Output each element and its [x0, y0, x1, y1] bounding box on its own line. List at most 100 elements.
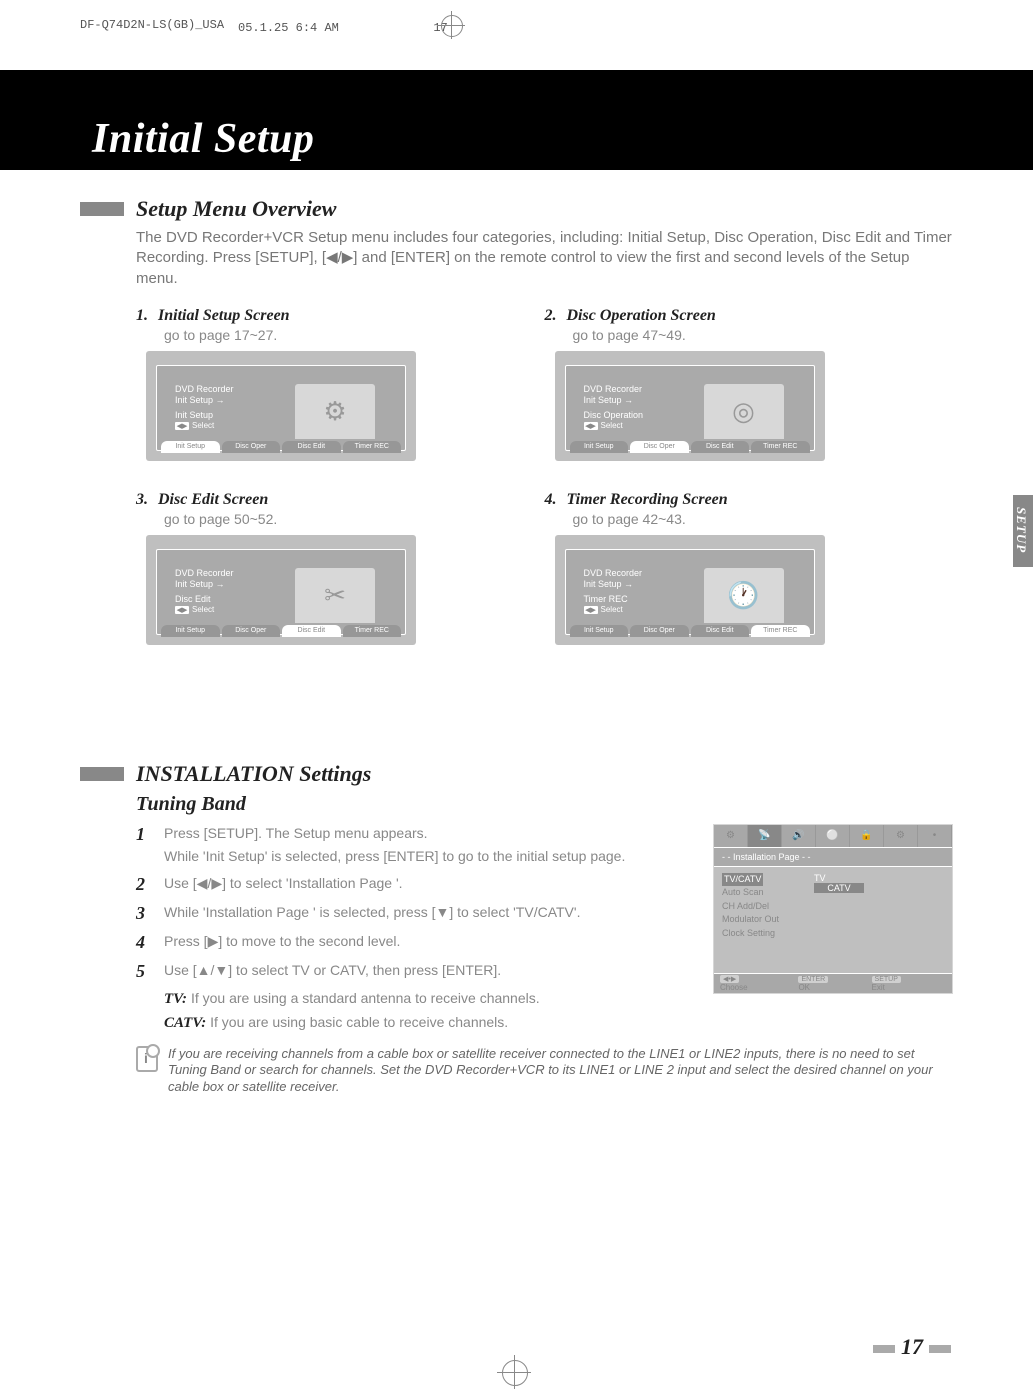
- panel-tab-icon: ⚪: [816, 825, 850, 847]
- panel-tab-icon: •: [918, 825, 952, 847]
- screen-sub: go to page 50~52.: [164, 511, 545, 527]
- step-text: While 'Installation Page ' is selected, …: [164, 903, 580, 922]
- screen-num: 4.: [545, 491, 557, 509]
- panel-tab-icon: ⚙: [714, 825, 748, 847]
- clock-icon: 🕐: [704, 568, 784, 623]
- panel-item: CH Add/Del: [722, 901, 769, 911]
- tv-line: Init Setup →: [584, 579, 634, 589]
- catv-desc-row: CATV: If you are using basic cable to re…: [164, 1014, 953, 1032]
- screens-grid: 1. Initial Setup Screen go to page 17~27…: [136, 307, 953, 675]
- tv-tab: Disc Edit: [282, 441, 341, 453]
- install-heading: INSTALLATION Settings: [136, 761, 371, 787]
- panel-item: Clock Setting: [722, 928, 775, 938]
- tv-screenshot: DVD Recorder Init Setup → Init Setup ◀▶S…: [146, 351, 416, 461]
- panel-item: Auto Scan: [722, 887, 764, 897]
- page-title: Initial Setup: [92, 115, 314, 163]
- step-num: 5: [136, 961, 150, 982]
- tv-line: Init Setup →: [175, 579, 225, 589]
- section-marker-icon: [80, 202, 124, 216]
- note-text: If you are receiving channels from a cab…: [168, 1046, 953, 1097]
- overview-heading: Setup Menu Overview: [136, 196, 336, 222]
- tv-tab: Disc Edit: [691, 625, 750, 637]
- screen-title: Initial Setup Screen: [158, 307, 290, 325]
- screen-cell: 2. Disc Operation Screen go to page 47~4…: [545, 307, 954, 461]
- panel-tab-icon: ⚙: [884, 825, 918, 847]
- panel-tab-icon: 🔊: [782, 825, 816, 847]
- step-text: Use [◀/▶] to select 'Installation Page '…: [164, 874, 403, 893]
- step-num: 4: [136, 932, 150, 953]
- install-subheading: Tuning Band: [136, 793, 953, 816]
- page-bar-icon: [929, 1345, 951, 1353]
- panel-tab-icon: 🔒: [850, 825, 884, 847]
- tv-tab: Disc Oper: [222, 441, 281, 453]
- section-marker-icon: [80, 767, 124, 781]
- step-num: 2: [136, 874, 150, 895]
- tv-line: Disc Operation: [584, 410, 644, 420]
- print-file: DF-Q74D2N-LS(GB)_USA: [80, 18, 224, 32]
- tv-tab: Disc Oper: [630, 625, 689, 637]
- screen-cell: 3. Disc Edit Screen go to page 50~52. DV…: [136, 491, 545, 645]
- tv-line: Timer REC: [584, 594, 628, 604]
- tv-tab: Init Setup: [570, 441, 629, 453]
- screen-num: 2.: [545, 307, 557, 325]
- panel-footer: ◀•▶Choose ENTEROK SETUPExit: [714, 973, 952, 993]
- catv-label: CATV:: [164, 1015, 206, 1031]
- panel-options: TV CATV: [814, 873, 864, 893]
- step-text: Press [▶] to move to the second level.: [164, 932, 400, 951]
- tv-line: DVD Recorder: [175, 568, 234, 578]
- settings-icon: ⚙: [295, 384, 375, 439]
- panel-opt: TV: [814, 873, 826, 883]
- tv-tab: Init Setup: [161, 441, 220, 453]
- print-ts: 05.1.25 6:4 AM: [238, 21, 339, 35]
- tv-line: Init Setup →: [175, 395, 225, 405]
- info-icon: [136, 1046, 158, 1072]
- tv-tab: Timer REC: [343, 625, 402, 637]
- screen-num: 1.: [136, 307, 148, 325]
- panel-item: Modulator Out: [722, 914, 779, 924]
- tv-tab: Timer REC: [751, 441, 810, 453]
- tv-line: DVD Recorder: [584, 568, 643, 578]
- tv-line: Disc Edit: [175, 594, 211, 604]
- tv-screenshot: DVD Recorder Init Setup → Disc Edit ◀▶Se…: [146, 535, 416, 645]
- tv-tab: Disc Oper: [630, 441, 689, 453]
- tv-tab: Timer REC: [343, 441, 402, 453]
- tv-tab: Disc Edit: [282, 625, 341, 637]
- section-bar: INSTALLATION Settings: [80, 765, 953, 783]
- page-bar-icon: [873, 1345, 895, 1353]
- step-num: 3: [136, 903, 150, 924]
- panel-tab-icon: 📡: [748, 825, 782, 847]
- tv-select: ◀▶Select: [584, 421, 623, 430]
- tv-tab: Init Setup: [161, 625, 220, 637]
- install-panel-screenshot: ⚙ 📡 🔊 ⚪ 🔒 ⚙ • - - Installation Page - - …: [713, 824, 953, 994]
- tv-select: ◀▶Select: [584, 605, 623, 614]
- step-text: Use [▲/▼] to select TV or CATV, then pre…: [164, 961, 501, 980]
- note-row: If you are receiving channels from a cab…: [136, 1046, 953, 1097]
- tv-screenshot: DVD Recorder Init Setup → Timer REC ◀▶Se…: [555, 535, 825, 645]
- tv-tab: Disc Edit: [691, 441, 750, 453]
- tv-line: Init Setup: [175, 410, 213, 420]
- side-tab: SETUP: [1013, 495, 1033, 567]
- tv-line: DVD Recorder: [584, 384, 643, 394]
- screen-title: Disc Operation Screen: [567, 307, 716, 325]
- tv-tab: Timer REC: [751, 625, 810, 637]
- tv-select: ◀▶Select: [175, 605, 214, 614]
- panel-opt-selected: CATV: [814, 883, 864, 893]
- registration-mark-icon: [500, 1358, 528, 1386]
- screen-cell: 1. Initial Setup Screen go to page 17~27…: [136, 307, 545, 461]
- step-text: Press [SETUP]. The Setup menu appears. W…: [164, 824, 625, 866]
- edit-icon: ✂: [295, 568, 375, 623]
- screen-sub: go to page 42~43.: [573, 511, 954, 527]
- step-num: 1: [136, 824, 150, 845]
- tv-screenshot: DVD Recorder Init Setup → Disc Operation…: [555, 351, 825, 461]
- panel-title: - - Installation Page - -: [714, 847, 952, 867]
- tv-line: DVD Recorder: [175, 384, 234, 394]
- tv-label: TV:: [164, 991, 187, 1007]
- screen-sub: go to page 47~49.: [573, 327, 954, 343]
- tv-text: If you are using a standard antenna to r…: [191, 990, 540, 1006]
- section-bar: Setup Menu Overview: [80, 200, 953, 218]
- tv-tab: Disc Oper: [222, 625, 281, 637]
- page-number: 17: [873, 1334, 951, 1360]
- registration-mark-icon: [440, 14, 462, 36]
- tv-line: Init Setup →: [584, 395, 634, 405]
- tv-select: ◀▶Select: [175, 421, 214, 430]
